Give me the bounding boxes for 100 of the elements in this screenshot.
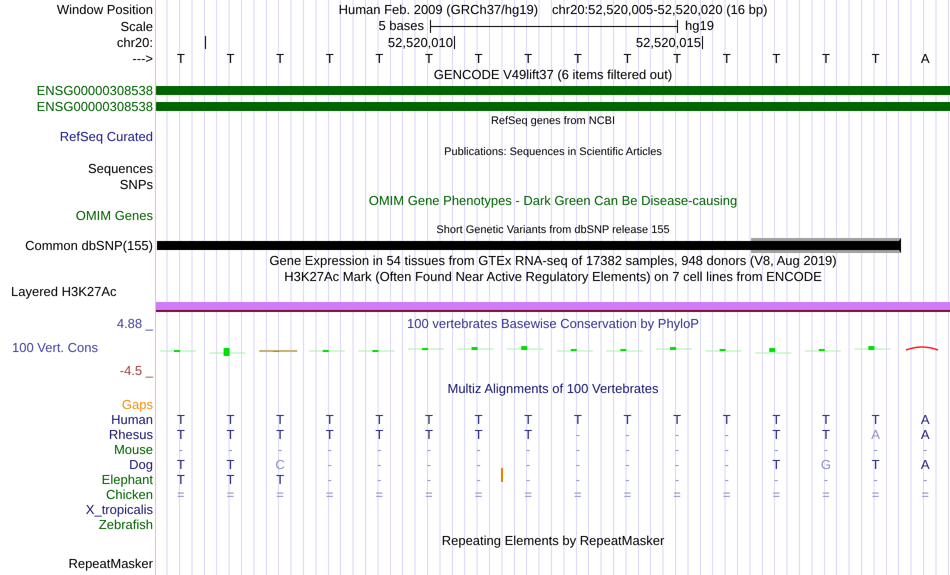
base-letter: T <box>374 52 384 64</box>
species-label[interactable]: Dog <box>129 458 153 471</box>
track-title: Gene Expression in 54 tissues from GTEx RNA-seq of 17382 samples, 948 donors (V8, Aug 2019) <box>269 254 837 266</box>
aligned-base: - <box>873 443 878 456</box>
base-letter: T <box>523 52 534 64</box>
track-label[interactable]: Layered H3K27Ac <box>11 284 117 299</box>
gene-label[interactable]: ENSG00000308538 <box>36 100 153 112</box>
aligned-base: - <box>178 443 183 456</box>
scale-label: 5 bases <box>378 19 424 32</box>
gene-bar[interactable] <box>156 102 950 110</box>
ruler-tick <box>702 36 703 49</box>
track-label[interactable]: Common dbSNP(155) <box>25 238 153 252</box>
aligned-base: - <box>278 443 282 456</box>
gene-label[interactable]: ENSG00000308538 <box>36 84 153 96</box>
aligned-base: - <box>625 473 630 486</box>
track-label[interactable]: RefSeq Curated <box>60 130 153 142</box>
aligned-base: - <box>724 473 729 486</box>
species-label[interactable]: Human <box>111 413 153 426</box>
aligned-base: T <box>524 413 532 426</box>
aligned-base: T <box>872 458 880 471</box>
gene-bar[interactable] <box>156 86 950 94</box>
track-label[interactable]: SNPs <box>120 178 153 190</box>
species-label[interactable]: Zebrafish <box>98 518 153 531</box>
track-label[interactable]: Sequences <box>88 162 153 174</box>
aligned-base: C <box>275 458 285 471</box>
base-letter: T <box>820 52 831 64</box>
axis-min-label: -4.5 _ <box>120 364 153 377</box>
base-letter: T <box>324 52 335 64</box>
aligned-base: = <box>425 488 433 501</box>
track-label[interactable]: Scale <box>120 20 153 32</box>
ruler-coordinate: 52,520,010 <box>388 36 453 49</box>
aligned-base: T <box>375 413 384 426</box>
aligned-base: T <box>176 458 185 471</box>
aligned-base: - <box>426 473 432 486</box>
aligned-base: = <box>376 488 384 501</box>
track-title: Repeating Elements by RepeatMasker <box>442 534 664 546</box>
aligned-base: = <box>177 488 185 501</box>
aligned-base: - <box>328 473 332 486</box>
ruler-tick <box>454 36 455 49</box>
track-label[interactable]: OMIM Genes <box>76 208 153 222</box>
aligned-base: - <box>674 473 680 486</box>
ruler-coordinate: 52,520,015 <box>636 36 701 49</box>
species-label[interactable]: X_tropicalis <box>86 503 153 516</box>
variant-bar[interactable] <box>751 238 901 253</box>
aligned-base: T <box>226 473 234 486</box>
species-label[interactable]: Chicken <box>106 488 153 501</box>
aligned-base: - <box>476 458 481 471</box>
track-title: Short Genetic Variants from dbSNP release 155 <box>436 224 670 236</box>
aligned-base: T <box>276 473 284 486</box>
aligned-base: - <box>774 473 778 486</box>
aligned-base: - <box>873 473 878 486</box>
aligned-base: - <box>724 443 729 456</box>
aligned-base: T <box>326 413 334 426</box>
aligned-base: - <box>377 458 382 471</box>
track-label[interactable]: 100 Vert. Cons <box>0 340 98 354</box>
aligned-base: T <box>176 428 185 441</box>
aligned-base: - <box>426 458 432 471</box>
aligned-base: - <box>377 443 382 456</box>
aligned-base: - <box>724 458 729 471</box>
aligned-base: - <box>625 443 630 456</box>
species-label[interactable]: Mouse <box>114 443 153 456</box>
aligned-base: T <box>176 473 185 486</box>
aligned-base: T <box>226 413 234 426</box>
aligned-base: T <box>226 428 234 441</box>
aligned-base: T <box>276 428 284 441</box>
track-label[interactable]: RepeatMasker <box>68 556 153 571</box>
base-letter: T <box>275 52 286 64</box>
aligned-base: T <box>822 428 830 441</box>
base-letter: T <box>176 52 186 64</box>
track-label[interactable]: chr20: <box>116 36 153 48</box>
aligned-base: - <box>923 443 928 456</box>
aligned-base: - <box>526 443 530 456</box>
aligned-base: A <box>920 428 930 441</box>
aligned-base: - <box>228 443 233 456</box>
species-label[interactable]: Elephant <box>102 473 153 486</box>
aligned-base: = <box>921 488 929 501</box>
aligned-base: - <box>625 428 630 441</box>
species-label[interactable]: Rhesus <box>108 428 153 441</box>
aligned-base: = <box>822 488 830 501</box>
base-letter: T <box>722 52 732 64</box>
aligned-base: T <box>375 428 384 441</box>
base-letter: T <box>771 52 782 64</box>
track-label[interactable]: Window Position <box>56 2 153 16</box>
position-range: chr20:52,520,005-52,520,020 (16 bp) <box>552 2 768 16</box>
aligned-base: T <box>872 413 880 426</box>
track-title: OMIM Gene Phenotypes - Dark Green Can Be Disease-causing <box>368 194 738 206</box>
base-letter: T <box>672 52 682 64</box>
track-label[interactable]: ---> <box>132 52 153 64</box>
base-letter: T <box>622 52 632 64</box>
base-letter: T <box>870 52 881 64</box>
aligned-base: = <box>276 488 284 501</box>
axis-max-label: 4.88 _ <box>116 317 153 330</box>
aligned-base: T <box>424 428 433 441</box>
aligned-base: - <box>923 473 928 486</box>
aligned-base: - <box>824 473 828 486</box>
aligned-base: = <box>772 488 780 501</box>
aligned-base: A <box>920 458 930 471</box>
base-letter: T <box>572 52 583 64</box>
base-letter: A <box>920 52 931 64</box>
assembly-label: hg19 <box>685 19 714 32</box>
